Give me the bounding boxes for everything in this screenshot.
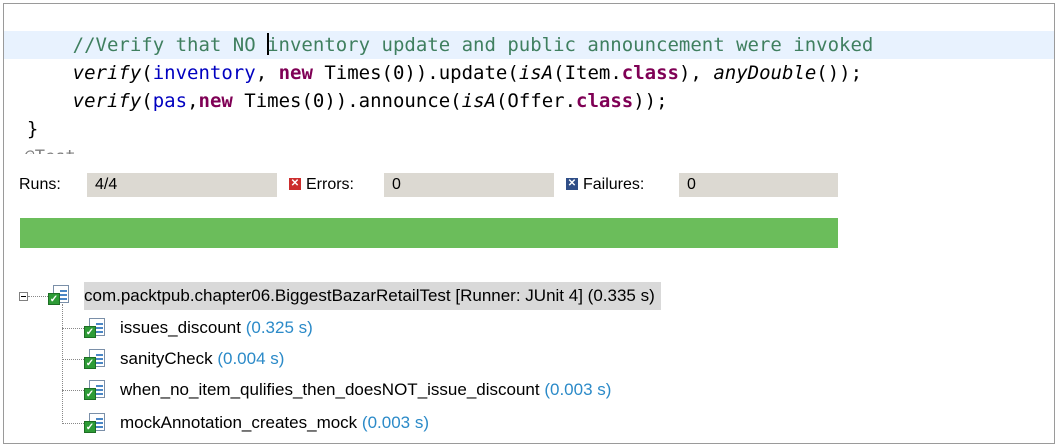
test-counters: Runs: 4/4 ✕ Errors: 0 ✕ Failures: 0	[4, 172, 1054, 198]
keyword-class: class	[621, 62, 679, 84]
code-line-close-brace[interactable]: }	[4, 115, 38, 143]
method-anyDouble: anyDouble	[713, 62, 817, 84]
tree-root-test-suite[interactable]: com.packtpub.chapter06.BiggestBazarRetai…	[84, 282, 661, 310]
tree-connector	[62, 390, 84, 391]
tree-connector	[62, 423, 84, 424]
errors-label: Errors:	[306, 176, 354, 193]
tree-item-test[interactable]: mockAnnotation_creates_mock (0.003 s)	[120, 409, 429, 437]
code-line-comment[interactable]: //Verify that NO inventory update and pu…	[4, 31, 1054, 59]
tree-connector	[62, 359, 84, 360]
keyword-new: new	[198, 90, 233, 112]
method-verify: verify	[72, 90, 142, 112]
collapse-toggle-icon[interactable]	[19, 292, 28, 301]
keyword-new: new	[278, 62, 313, 84]
runs-value: 4/4	[87, 173, 277, 197]
code-line-verify-inventory[interactable]: verify(inventory, new Times(0)).update(i…	[4, 59, 862, 87]
failure-icon: ✕	[566, 178, 578, 190]
failures-value: 0	[679, 173, 838, 197]
test-suite-success-icon: ✓	[48, 284, 70, 306]
comment-text-after-caret: inventory update and public announcement…	[267, 34, 874, 56]
test-progress-bar	[20, 218, 838, 248]
tree-item-test[interactable]: issues_discount (0.325 s)	[120, 314, 313, 342]
comment-text-before-caret: //Verify that NO	[72, 34, 268, 56]
method-isA: isA	[461, 90, 496, 112]
test-success-icon: ✓	[84, 348, 106, 370]
tree-connector	[28, 296, 50, 297]
error-icon: ✕	[289, 178, 301, 190]
field-inventory: inventory	[152, 62, 256, 84]
test-success-icon: ✓	[84, 412, 106, 434]
junit-view-frame: //Verify that NO inventory update and pu…	[3, 3, 1055, 444]
errors-value: 0	[384, 173, 554, 197]
tree-connector	[62, 304, 63, 424]
test-success-icon: ✓	[84, 317, 106, 339]
tree-item-test[interactable]: when_no_item_qulifies_then_doesNOT_issue…	[120, 376, 611, 404]
failures-label: Failures:	[583, 176, 645, 193]
code-line-verify-pas[interactable]: verify(pas,new Times(0)).announce(isA(Of…	[4, 87, 668, 115]
tree-item-test[interactable]: sanityCheck (0.004 s)	[120, 345, 284, 373]
keyword-class: class	[576, 90, 634, 112]
code-editor[interactable]: //Verify that NO inventory update and pu…	[4, 4, 1054, 154]
method-verify: verify	[72, 62, 142, 84]
code-line-annotation-partial[interactable]: @Test	[4, 143, 75, 154]
runs-label: Runs:	[19, 176, 61, 193]
test-success-icon: ✓	[84, 379, 106, 401]
method-isA: isA	[518, 62, 554, 84]
tree-connector	[62, 328, 84, 329]
field-pas: pas	[152, 90, 188, 112]
